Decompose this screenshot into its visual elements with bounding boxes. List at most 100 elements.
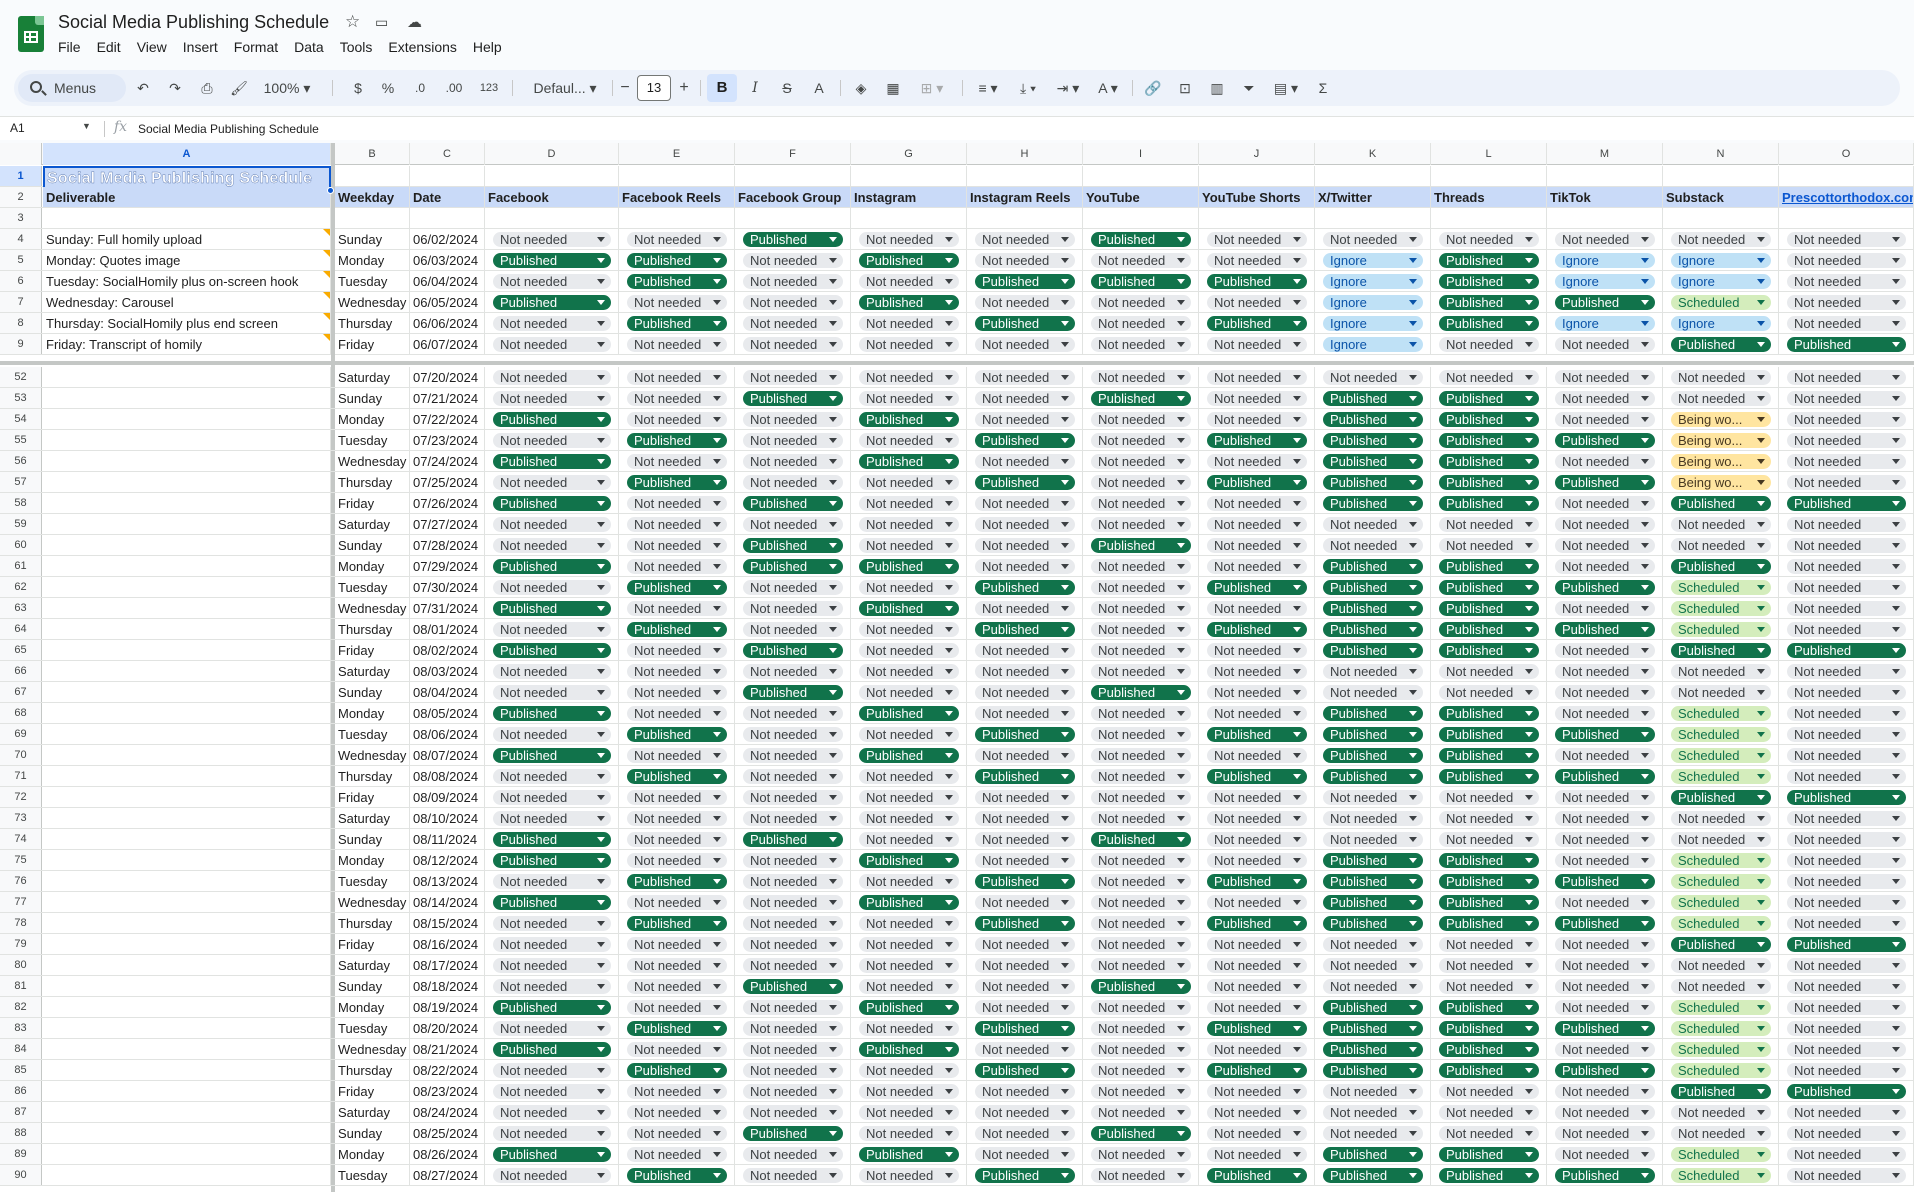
cell-l[interactable] (1431, 166, 1547, 186)
column-title[interactable]: YouTube Shorts (1199, 187, 1315, 207)
cell-f[interactable]: Not needed (735, 451, 851, 471)
cell-e[interactable]: Not needed (619, 1123, 735, 1143)
cell-i[interactable]: Not needed (1083, 703, 1199, 723)
cell-f[interactable]: Published (735, 556, 851, 576)
cell-i[interactable]: Not needed (1083, 1102, 1199, 1122)
status-chip[interactable]: Not needed (1787, 979, 1906, 994)
status-chip[interactable]: Not needed (1091, 895, 1191, 910)
cell-d[interactable]: Not needed (485, 934, 619, 954)
insert-chart-icon[interactable]: ▥ (1204, 70, 1230, 106)
status-chip[interactable]: Not needed (627, 337, 727, 352)
cell-f[interactable]: Published (735, 682, 851, 702)
cell-j[interactable]: Not needed (1199, 514, 1315, 534)
cell-m[interactable]: Not needed (1547, 745, 1663, 765)
cell-k[interactable]: Not needed (1315, 955, 1431, 975)
cell-o[interactable]: Not needed (1779, 409, 1914, 429)
status-chip[interactable]: Published (493, 643, 611, 658)
status-chip[interactable]: Not needed (1555, 958, 1655, 973)
cell-b[interactable] (335, 166, 410, 186)
row-number[interactable]: 63 (0, 598, 42, 618)
status-chip[interactable]: Not needed (1091, 706, 1191, 721)
cell-d[interactable]: Not needed (485, 976, 619, 996)
cell-d[interactable]: Not needed (485, 871, 619, 891)
cell-l[interactable]: Published (1431, 598, 1547, 618)
bold-button[interactable]: B (707, 74, 737, 102)
status-chip[interactable]: Published (1323, 706, 1423, 721)
status-chip[interactable]: Not needed (1091, 370, 1191, 385)
cell-h[interactable]: Not needed (967, 451, 1083, 471)
cell-m[interactable]: Published (1547, 1165, 1663, 1185)
cell-g[interactable]: Not needed (851, 1018, 967, 1038)
status-chip[interactable]: Scheduled (1671, 769, 1771, 784)
cell-c[interactable]: 08/10/2024 (410, 808, 485, 828)
status-chip[interactable]: Scheduled (1671, 1147, 1771, 1162)
status-chip[interactable]: Not needed (859, 685, 959, 700)
cell-n[interactable]: Not needed (1663, 367, 1779, 387)
status-chip[interactable]: Not needed (859, 1021, 959, 1036)
cell-j[interactable]: Published (1199, 430, 1315, 450)
cell-m[interactable]: Published (1547, 577, 1663, 597)
cell-a[interactable] (43, 556, 331, 576)
column-header-c[interactable]: C (410, 143, 485, 165)
cell-b[interactable]: Wednesday (335, 598, 410, 618)
cell-n[interactable]: Published (1663, 556, 1779, 576)
cell-l[interactable]: Not needed (1431, 787, 1547, 807)
status-chip[interactable]: Not needed (1787, 370, 1906, 385)
cell-h[interactable]: Not needed (967, 661, 1083, 681)
status-chip[interactable]: Not needed (1787, 1042, 1906, 1057)
status-chip[interactable]: Not needed (975, 706, 1075, 721)
status-chip[interactable]: Not needed (1439, 517, 1539, 532)
cell-b[interactable]: Sunday (335, 976, 410, 996)
status-chip[interactable]: Not needed (627, 1042, 727, 1057)
status-chip[interactable]: Published (1439, 391, 1539, 406)
status-chip[interactable]: Not needed (1787, 232, 1906, 247)
cell-d[interactable]: Not needed (485, 577, 619, 597)
cell-j[interactable]: Not needed (1199, 850, 1315, 870)
status-chip[interactable]: Not needed (743, 517, 843, 532)
status-chip[interactable]: Published (1439, 295, 1539, 310)
status-chip[interactable]: Not needed (1323, 664, 1423, 679)
cell-a[interactable]: Wednesday: Carousel (43, 292, 331, 312)
cell-e[interactable]: Not needed (619, 640, 735, 660)
row-number[interactable]: 66 (0, 661, 42, 681)
status-chip[interactable]: Not needed (627, 454, 727, 469)
cell-m[interactable]: Not needed (1547, 334, 1663, 354)
cell-l[interactable]: Not needed (1431, 334, 1547, 354)
cell-g[interactable]: Not needed (851, 808, 967, 828)
cell-o[interactable]: Not needed (1779, 367, 1914, 387)
cell-l[interactable]: Published (1431, 577, 1547, 597)
status-chip[interactable]: Published (859, 748, 959, 763)
cell-e[interactable]: Published (619, 313, 735, 333)
status-chip[interactable]: Published (859, 895, 959, 910)
column-header-j[interactable]: J (1199, 143, 1315, 165)
cell-a[interactable] (43, 451, 331, 471)
cell-h[interactable]: Published (967, 619, 1083, 639)
status-chip[interactable]: Not needed (859, 1063, 959, 1078)
status-chip[interactable]: Not needed (1787, 727, 1906, 742)
cell-g[interactable]: Not needed (851, 1123, 967, 1143)
cell-i[interactable]: Not needed (1083, 892, 1199, 912)
cell-e[interactable] (619, 208, 735, 228)
cell-b[interactable]: Monday (335, 409, 410, 429)
cell-i[interactable]: Not needed (1083, 292, 1199, 312)
status-chip[interactable]: Not needed (1555, 496, 1655, 511)
cell-d[interactable]: Not needed (485, 334, 619, 354)
cell-a[interactable] (43, 1039, 331, 1059)
cell-i[interactable]: Published (1083, 682, 1199, 702)
status-chip[interactable]: Not needed (743, 1042, 843, 1057)
cell-f[interactable]: Not needed (735, 766, 851, 786)
status-chip[interactable]: Not needed (1787, 622, 1906, 637)
status-chip[interactable]: Published (627, 769, 727, 784)
status-chip[interactable]: Not needed (1787, 853, 1906, 868)
status-chip[interactable]: Not needed (627, 232, 727, 247)
status-chip[interactable]: Published (493, 895, 611, 910)
status-chip[interactable]: Not needed (493, 1126, 611, 1141)
cell-f[interactable]: Not needed (735, 1081, 851, 1101)
cell-j[interactable]: Not needed (1199, 1144, 1315, 1164)
cell-c[interactable]: 08/09/2024 (410, 787, 485, 807)
cell-g[interactable]: Not needed (851, 976, 967, 996)
cell-f[interactable]: Not needed (735, 1039, 851, 1059)
cell-j[interactable]: Published (1199, 1060, 1315, 1080)
cell-c[interactable]: 07/29/2024 (410, 556, 485, 576)
row-number[interactable]: 67 (0, 682, 42, 702)
